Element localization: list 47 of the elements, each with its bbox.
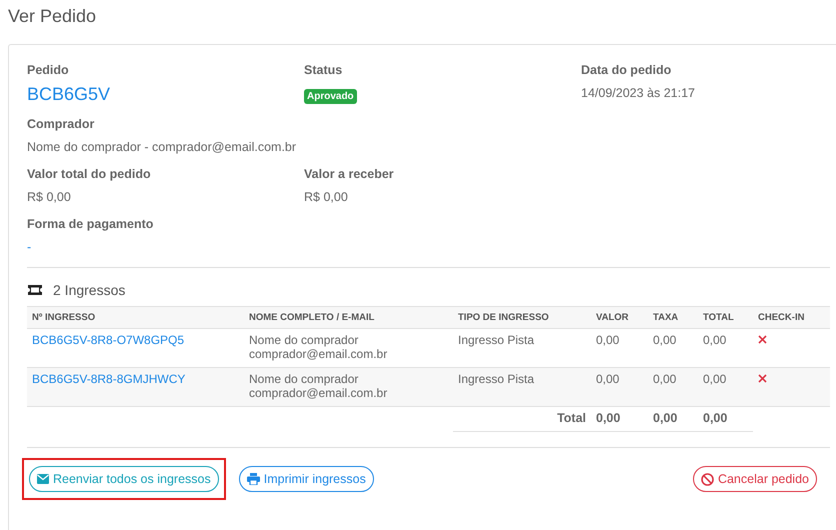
field-label: Pedido: [27, 63, 70, 78]
table-cell: 0,00: [703, 333, 726, 347]
field-label: Valor a receber: [304, 167, 395, 182]
total-value: 0,00: [703, 411, 728, 425]
table-cell-text: Nome do comprador: [249, 372, 360, 386]
column-header: CHECK-IN: [753, 306, 830, 328]
field-value: -: [27, 240, 32, 255]
column-header: Nº INGRESSO: [27, 306, 244, 328]
column-header: TOTAL: [698, 306, 753, 328]
field-value: R$ 0,00: [27, 190, 72, 205]
total-value: 0,00: [596, 411, 620, 425]
table-cell: 0,00: [653, 333, 676, 347]
ticket-link[interactable]: BCB6G5V-8R8-O7W8GPQ5: [32, 333, 184, 347]
table-cell: Ingresso Pista: [458, 333, 534, 347]
field-value: Nome do comprador - comprador@email.com.br: [27, 140, 298, 155]
table-cell: Ingresso Pista: [458, 372, 534, 386]
column-header: VALOR: [591, 306, 648, 328]
table-cell: 0,00: [596, 333, 620, 347]
section-title: 2 Ingressos: [53, 282, 126, 298]
field-label: Data do pedido: [581, 63, 672, 78]
field-label: Forma de pagamento: [27, 217, 154, 232]
field-value: 14/09/2023 às 21:17: [581, 86, 696, 101]
table-cell-text: comprador@email.com.br: [249, 347, 388, 361]
ticket-icon: [27, 284, 43, 296]
total-value: 0,00: [653, 411, 678, 425]
ban-icon: [700, 472, 714, 486]
table-cell-text: Nome do comprador: [249, 333, 360, 347]
action-button[interactable]: Imprimir ingressos: [238, 466, 374, 492]
page-title: Ver Pedido: [7, 5, 98, 28]
total-label: Total: [557, 411, 586, 425]
field-label: Valor total do pedido: [27, 167, 152, 182]
status-badge: Aprovado: [304, 89, 357, 104]
envelope-icon: [37, 474, 49, 484]
printer-icon: [246, 473, 260, 485]
column-header: NOME COMPLETO / E-MAIL: [244, 306, 453, 328]
table-cell: 0,00: [703, 372, 726, 386]
field-label: Status: [304, 63, 344, 78]
column-header: TAXA: [648, 306, 698, 328]
action-button[interactable]: Reenviar todos os ingressos: [29, 466, 219, 492]
order-code: BCB6G5V: [27, 84, 112, 105]
table-cell-text: comprador@email.com.br: [249, 386, 388, 400]
action-button[interactable]: Cancelar pedido: [692, 466, 817, 492]
table-cell: 0,00: [653, 372, 676, 386]
table-cell: 0,00: [596, 372, 620, 386]
column-header: TIPO DE INGRESSO: [453, 306, 591, 328]
field-value: R$ 0,00: [304, 190, 349, 205]
field-label: Comprador: [27, 117, 96, 132]
